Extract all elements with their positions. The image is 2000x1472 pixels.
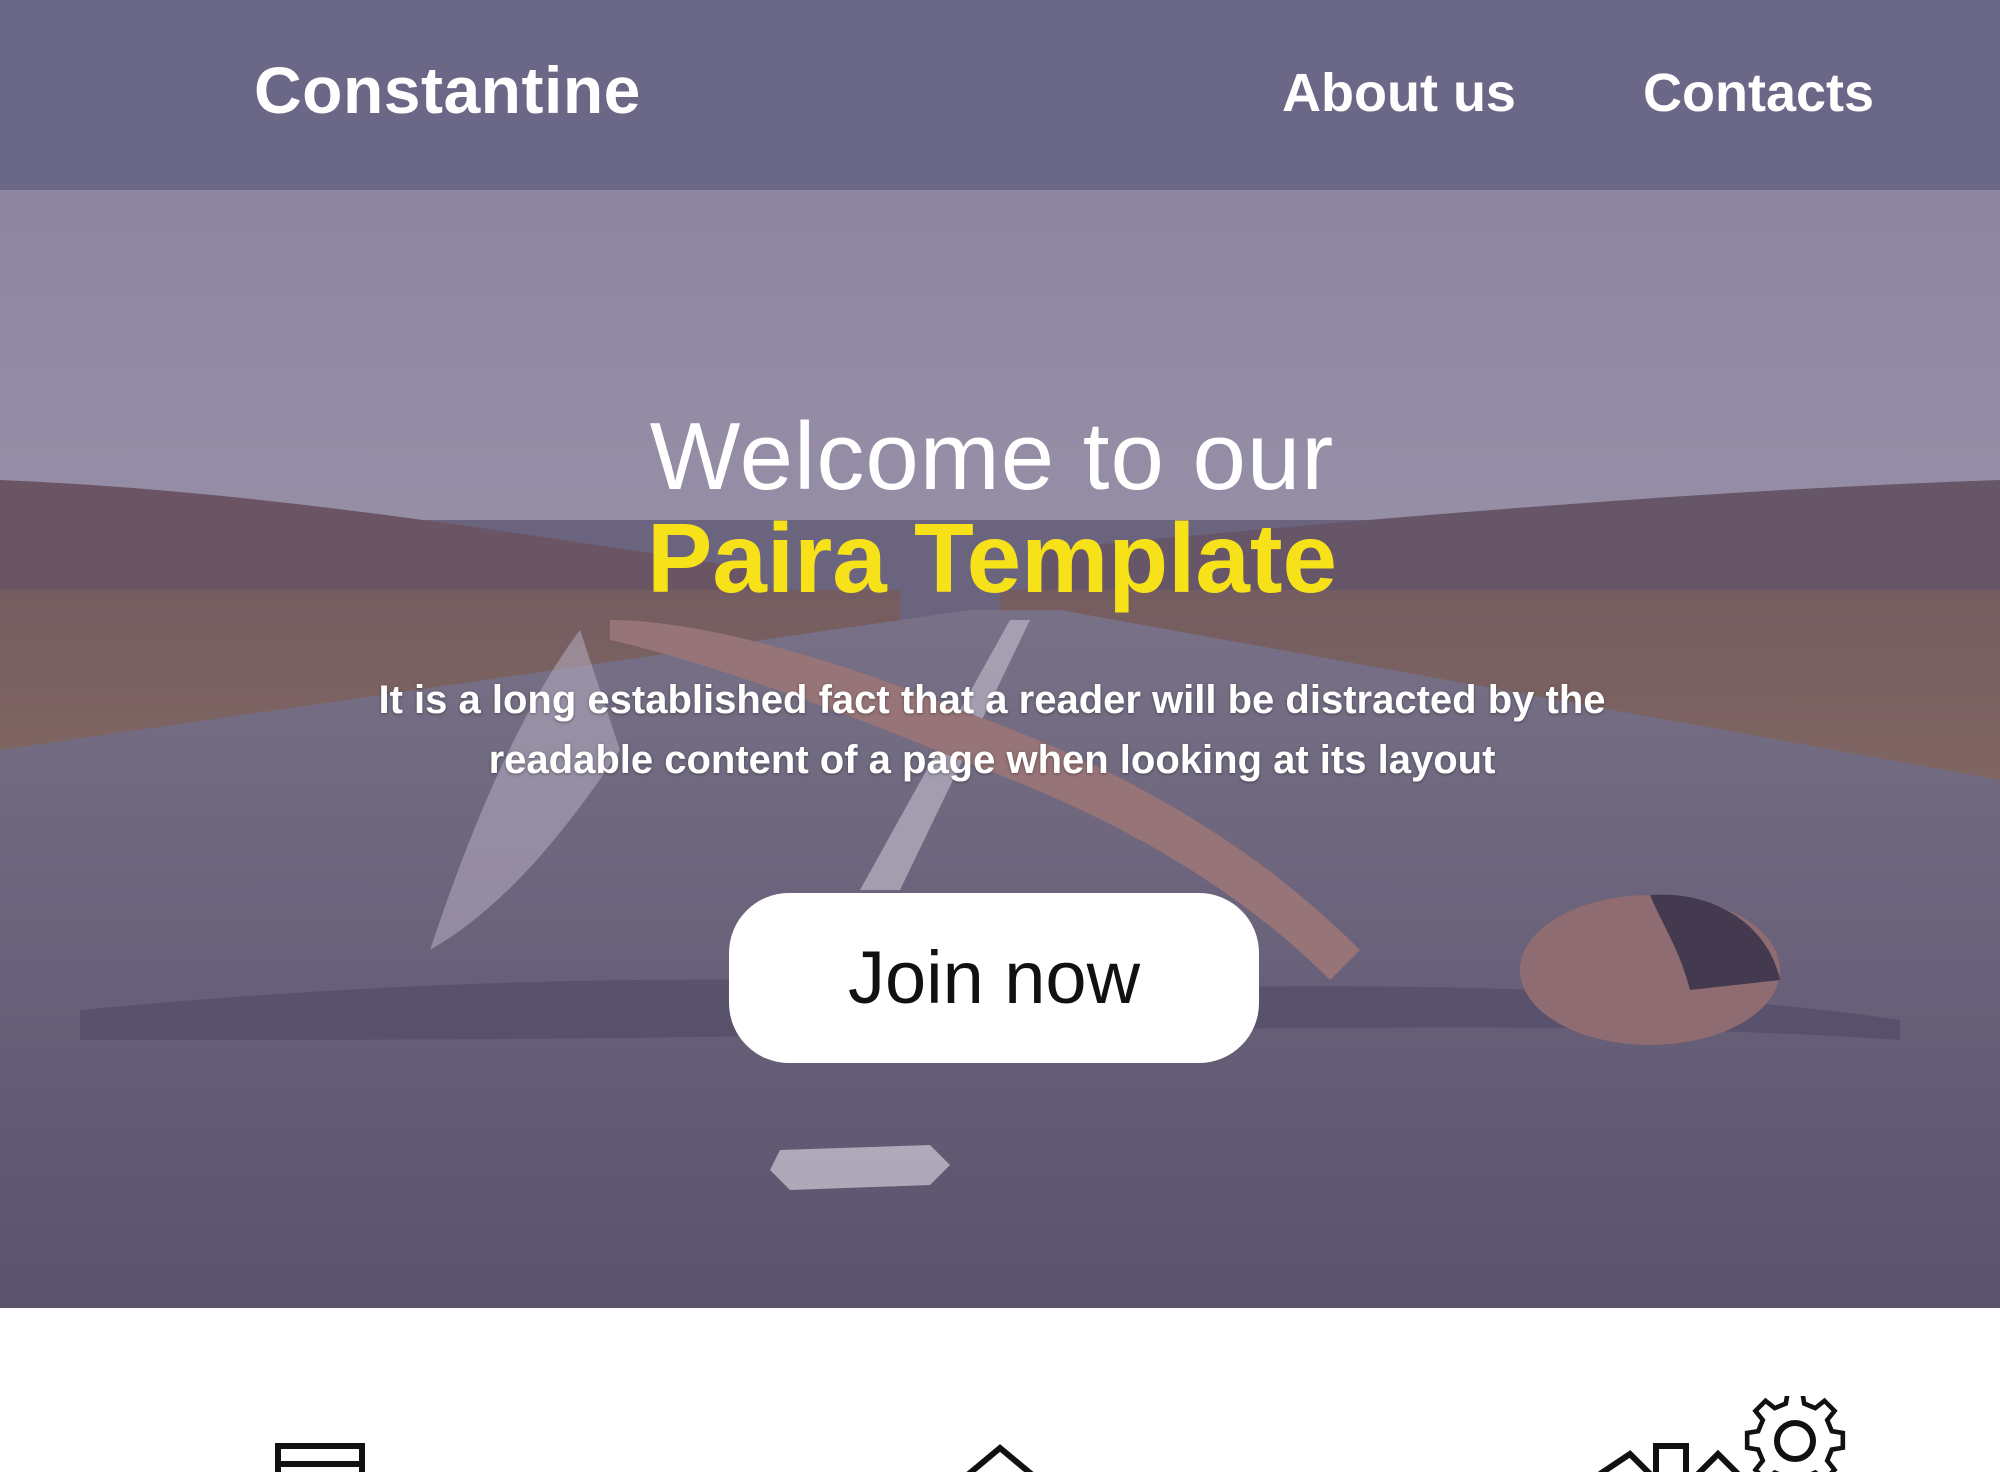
nav-link-about-us[interactable]: About us bbox=[1282, 62, 1516, 124]
hero-title-line-2: Paira Template bbox=[647, 503, 1337, 613]
site-header: Constantine About us Contacts bbox=[0, 0, 2000, 190]
hero-section: Welcome to our Paira Template It is a lo… bbox=[0, 190, 2000, 1308]
house-icon bbox=[966, 1444, 1034, 1472]
hero-title-line-1: Welcome to our bbox=[649, 403, 1335, 510]
brand-logo-link[interactable]: Constantine bbox=[254, 52, 641, 128]
hero-description: It is a long established fact that a rea… bbox=[378, 678, 1606, 782]
features-section bbox=[0, 1308, 2000, 1472]
gear-icon bbox=[1598, 1396, 1846, 1472]
nav-link-contacts[interactable]: Contacts bbox=[1643, 62, 1874, 124]
document-icon bbox=[275, 1443, 365, 1472]
join-now-button[interactable]: Join now bbox=[729, 893, 1259, 1063]
